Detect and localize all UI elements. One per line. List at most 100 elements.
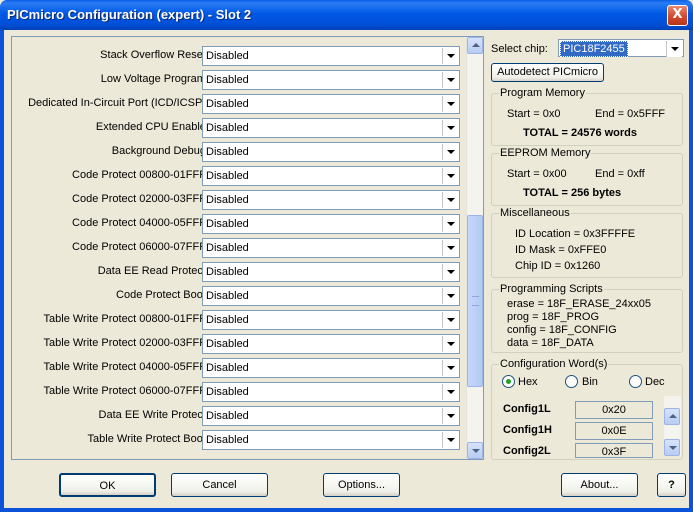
config-bit-select[interactable]: Disabled [202,166,460,186]
config-word-value[interactable]: 0x3F [575,443,653,458]
help-button[interactable]: ? [657,473,686,497]
config-bit-row: Code Protect Boot: Disabled [12,285,468,307]
chevron-down-icon[interactable] [442,264,458,280]
config-bit-value: Disabled [206,98,249,110]
config-bit-select[interactable]: Disabled [202,46,460,66]
config-bit-select[interactable]: Disabled [202,286,460,306]
config-bit-select[interactable]: Disabled [202,142,460,162]
config-bit-value: Disabled [206,290,249,302]
chevron-down-icon[interactable] [442,312,458,328]
radio-dec-label[interactable]: Dec [645,376,665,388]
chevron-down-icon[interactable] [442,288,458,304]
script-config: config = 18F_CONFIG [507,324,617,336]
programming-scripts-group: Programming Scripts erase = 18F_ERASE_24… [491,283,683,353]
config-bit-label: Code Protect Boot: [116,289,209,301]
window-frame-bottom [0,508,693,512]
config-bit-row: Code Protect 02000-03FFF: Disabled [12,189,468,211]
eeprom-memory-title: EEPROM Memory [499,147,592,159]
config-word-value[interactable]: 0x0E [575,422,653,440]
ok-button[interactable]: OK [59,473,156,497]
chip-select[interactable]: PIC18F2455 [558,39,684,57]
config-bit-select[interactable]: Disabled [202,70,460,90]
config-bit-label: Table Write Protect 02000-03FFF: [43,337,209,349]
radio-hex[interactable] [502,375,515,388]
config-bit-label: Data EE Read Protect: [97,265,209,277]
id-location: ID Location = 0x3FFFFE [515,228,636,240]
config-bit-label: Code Protect 06000-07FFF: [72,241,209,253]
chevron-down-icon[interactable] [442,336,458,352]
chevron-down-icon[interactable] [442,192,458,208]
chevron-down-icon[interactable] [442,120,458,136]
scroll-down-button[interactable] [467,442,483,459]
eeprom-start: Start = 0x00 [507,168,567,180]
config-bit-value: Disabled [206,50,249,62]
config-bit-value: Disabled [206,386,249,398]
chevron-down-icon[interactable] [442,144,458,160]
config-bits-panel: Stack Overflow Reset: Disabled Low Voltage… [11,36,484,460]
config-bit-select[interactable]: Disabled [202,334,460,354]
config-bit-label: Dedicated In-Circuit Port (ICD/ICSP): [28,97,209,109]
config-bit-label: Code Protect 04000-05FFF: [72,217,209,229]
scroll-up-button[interactable] [467,37,483,54]
config-bit-value: Disabled [206,266,249,278]
config-bit-select[interactable]: Disabled [202,406,460,426]
config-bit-select[interactable]: Disabled [202,118,460,138]
config-bit-value: Disabled [206,314,249,326]
config-words-title: Configuration Word(s) [499,358,609,370]
config-bit-select[interactable]: Disabled [202,382,460,402]
chevron-down-icon[interactable] [442,240,458,256]
radio-hex-label[interactable]: Hex [518,376,538,388]
config-bit-row: Extended CPU Enable: Disabled [12,117,468,139]
chevron-down-icon[interactable] [442,48,458,64]
title-bar[interactable]: PICmicro Configuration (expert) - Slot 2… [0,0,693,30]
config-bit-select[interactable]: Disabled [202,94,460,114]
config-bit-label: Table Write Protect 04000-05FFF: [43,361,209,373]
radio-bin-label[interactable]: Bin [582,376,598,388]
autodetect-button[interactable]: Autodetect PICmicro [491,63,604,82]
chevron-down-icon[interactable] [442,432,458,448]
chevron-down-icon[interactable] [442,408,458,424]
window-title: PICmicro Configuration (expert) - Slot 2 [7,7,252,22]
config-word-value[interactable]: 0x20 [575,401,653,419]
config-bit-value: Disabled [206,74,249,86]
eeprom-end: End = 0xff [595,168,645,180]
config-bits-scrollbar[interactable] [466,37,483,459]
config-bit-row: Background Debug: Disabled [12,141,468,163]
config-words-scroll-up[interactable] [664,408,680,425]
config-words-scrollbar[interactable] [664,396,681,456]
options-button[interactable]: Options... [323,473,400,497]
chevron-down-icon[interactable] [442,384,458,400]
cancel-button[interactable]: Cancel [171,473,268,497]
config-bit-label: Extended CPU Enable: [95,121,209,133]
program-end: End = 0x5FFF [595,108,666,120]
config-bit-select[interactable]: Disabled [202,358,460,378]
config-bit-select[interactable]: Disabled [202,238,460,258]
chevron-down-icon[interactable] [442,216,458,232]
chevron-down-icon[interactable] [442,168,458,184]
close-button[interactable]: X [667,5,688,26]
chevron-down-icon[interactable] [666,41,682,57]
config-bit-select[interactable]: Disabled [202,262,460,282]
miscellaneous-group: Miscellaneous ID Location = 0x3FFFFE ID … [491,207,683,278]
script-data: data = 18F_DATA [507,337,594,349]
config-bit-select[interactable]: Disabled [202,310,460,330]
chevron-down-icon[interactable] [442,96,458,112]
scroll-thumb[interactable] [467,215,483,387]
config-bit-row: Data EE Write Protect: Disabled [12,405,468,427]
config-bit-row: Table Write Protect 04000-05FFF: Disabled [12,357,468,379]
program-start: Start = 0x0 [507,108,561,120]
config-bit-row: Table Write Protect Boot: Disabled [12,429,468,451]
config-bit-select[interactable]: Disabled [202,430,460,450]
radio-dec[interactable] [629,375,642,388]
config-bit-row: Table Write Protect 06000-07FFF: Disabled [12,381,468,403]
config-bit-select[interactable]: Disabled [202,190,460,210]
chevron-down-icon[interactable] [442,72,458,88]
config-bit-select[interactable]: Disabled [202,214,460,234]
radio-bin[interactable] [565,375,578,388]
about-button[interactable]: About... [561,473,638,497]
chevron-down-icon[interactable] [442,360,458,376]
config-bit-row: Dedicated In-Circuit Port (ICD/ICSP): Dis… [12,93,468,115]
program-memory-group: Program Memory Start = 0x0 End = 0x5FFF … [491,87,683,146]
config-words-scroll-down[interactable] [664,439,680,456]
config-bit-label: Background Debug: [111,145,209,157]
